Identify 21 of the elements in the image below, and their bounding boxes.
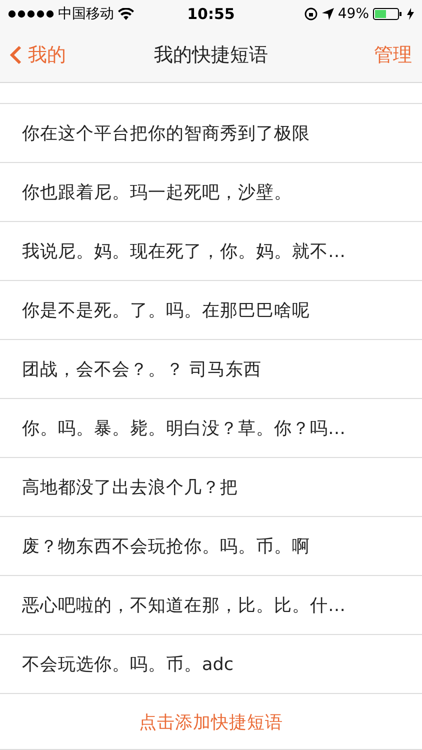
battery-icon (373, 8, 403, 20)
phrase-item[interactable]: 团战，会不会？。？ 司马东西 (0, 340, 422, 399)
phrase-item[interactable]: 你在这个平台把你的智商秀到了极限 (0, 104, 422, 163)
phrase-item[interactable]: 不会玩选你。吗。币。adc (0, 635, 422, 694)
rotation-lock-icon (304, 7, 318, 21)
phrase-item[interactable]: 你。吗。暴。毙。明白没？草。你？吗… (0, 399, 422, 458)
phrase-item[interactable]: 我说尼。妈。现在死了，你。妈。就不… (0, 222, 422, 281)
clock: 10:55 (187, 5, 235, 23)
chevron-left-icon (10, 45, 22, 65)
wifi-icon (118, 8, 134, 20)
carrier-label: 中国移动 (58, 5, 114, 23)
charging-icon (407, 8, 414, 20)
phrase-item[interactable]: 你也跟着尼。玛一起死吧，沙壁。 (0, 163, 422, 222)
location-icon (322, 8, 334, 20)
battery-percent: 49% (338, 6, 369, 22)
phrase-item[interactable]: 废？物东西不会玩抢你。吗。币。啊 (0, 517, 422, 576)
signal-icon (8, 10, 54, 18)
phrase-item[interactable]: 你是不是死。了。吗。在那巴巴啥呢 (0, 281, 422, 340)
phrase-item[interactable]: 高地都没了出去浪个几？把 (0, 458, 422, 517)
page-title: 我的快捷短语 (154, 43, 268, 68)
phrase-item[interactable]: 恶心吧啦的，不知道在那，比。比。什… (0, 576, 422, 635)
